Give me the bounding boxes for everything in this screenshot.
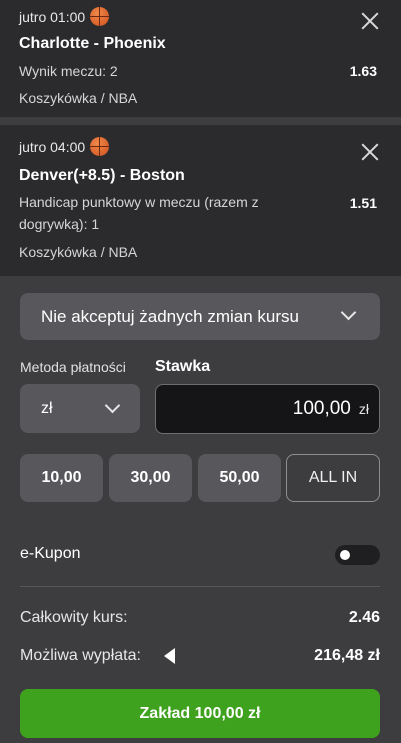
currency-select-value: zł: [41, 399, 53, 417]
bet-odds: 1.63: [349, 63, 377, 79]
possible-payout-label: Możliwa wypłata:: [20, 647, 141, 664]
stake-value: 100,00: [292, 398, 351, 419]
payment-method-label: Metoda płatności: [20, 359, 126, 375]
bet-market-line-1: Handicap punktowy w meczu (razem z: [19, 194, 259, 210]
stake-label: Stawka: [155, 358, 211, 375]
bet-match: Charlotte - Phoenix: [19, 35, 166, 52]
triangle-left-icon[interactable]: [164, 648, 175, 664]
bet-time-row: jutro 01:00: [19, 7, 110, 26]
bet-odds: 1.51: [349, 195, 377, 211]
bet-time: jutro 04:00: [19, 138, 86, 155]
quick-amount-10-button[interactable]: 10,00: [20, 454, 103, 502]
basketball-icon: [90, 137, 110, 156]
close-icon[interactable]: [361, 143, 379, 161]
stake-unit: zł: [358, 401, 369, 417]
chevron-down-icon: [104, 397, 121, 414]
total-odds-label: Całkowity kurs:: [20, 609, 128, 626]
bet-time: jutro 01:00: [19, 8, 86, 25]
basketball-icon: [90, 7, 110, 26]
ekupon-label: e-Kupon: [20, 545, 81, 562]
bet-match: Denver(+8.5) - Boston: [19, 167, 185, 184]
toggle-knob: [340, 550, 350, 560]
bet-card-2: jutro 04:00 Denver(+8.5) - Boston Handic…: [0, 125, 401, 276]
stake-input[interactable]: 100,00 zł: [155, 384, 380, 434]
ekupon-toggle[interactable]: [335, 545, 380, 565]
quick-amount-50-button[interactable]: 50,00: [198, 454, 281, 502]
chevron-down-icon: [340, 304, 357, 321]
bet-card-1: jutro 01:00 Charlotte - Phoenix Wynik me…: [0, 0, 401, 117]
bet-league: Koszykówka / NBA: [19, 90, 138, 106]
all-in-button[interactable]: ALL IN: [286, 454, 380, 502]
odds-changes-select[interactable]: Nie akceptuj żadnych zmian kursu: [20, 293, 380, 340]
possible-payout-value: 216,48 zł: [314, 647, 380, 664]
divider: [20, 586, 380, 587]
close-icon[interactable]: [361, 12, 379, 30]
bet-league: Koszykówka / NBA: [19, 244, 138, 260]
bet-time-row: jutro 04:00: [19, 137, 110, 156]
total-odds-value: 2.46: [348, 609, 380, 626]
quick-amount-30-button[interactable]: 30,00: [109, 454, 192, 502]
odds-changes-select-value: Nie akceptuj żadnych zmian kursu: [41, 306, 299, 326]
bet-market: Wynik meczu: 2: [19, 63, 118, 79]
currency-select[interactable]: zł: [20, 384, 140, 433]
place-bet-button[interactable]: Zakład 100,00 zł: [20, 689, 380, 738]
bet-market-line-2: dogrywką): 1: [19, 216, 100, 232]
bet-market: Handicap punktowy w meczu (razem z dogry…: [19, 191, 289, 235]
